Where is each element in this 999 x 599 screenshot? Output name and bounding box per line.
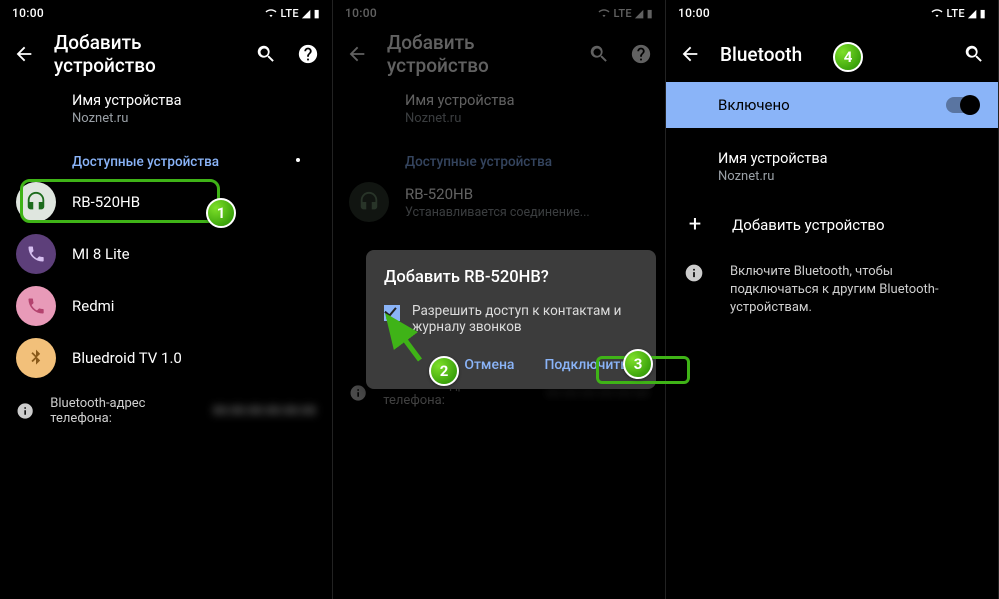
device-name-label: Имя устройства [666,140,998,169]
device-name-value[interactable]: Noznet.ru [0,111,332,138]
back-icon[interactable] [12,42,36,66]
status-bar: 10:00 LTE ◢ ▮ [666,0,998,26]
scanning-dot [296,158,300,162]
step-badge-4: 4 [833,42,863,72]
status-time: 10:00 [12,6,44,20]
headphones-icon [16,182,56,222]
appbar: Добавить устройство [0,26,332,82]
search-icon[interactable] [962,42,986,66]
cancel-button[interactable]: Отмена [454,351,524,379]
phone-icon [16,234,56,274]
checkbox-contacts-access[interactable] [384,305,400,321]
device-name-label: Имя устройства [333,82,665,111]
device-row-mi8lite[interactable]: MI 8 Lite [0,228,332,280]
device-label: RB-520HB [405,185,590,203]
bluetooth-toggle-row[interactable]: Включено [666,82,998,128]
hint-text: Включите Bluetooth, чтобы подключаться к… [730,263,980,318]
battery-icon: ▮ [314,7,320,20]
connecting-status: Устанавливается соединение... [405,205,590,220]
dialog-permission-row[interactable]: Разрешить доступ к контактам и журналу з… [384,303,638,335]
phone-icon [16,286,56,326]
status-bar: 10:00 LTE ◢ ▮ [333,0,665,26]
signal-icon: ◢ [302,8,311,19]
pane-add-device: 10:00 LTE ◢ ▮ Добавить устройство Имя ус… [0,0,333,599]
info-icon [349,383,367,403]
info-icon [684,263,704,283]
dialog-title: Добавить RB-520HB? [384,268,638,287]
step-badge-1: 1 [206,198,236,228]
headphones-icon [349,182,389,222]
info-icon [16,401,34,421]
permission-text: Разрешить доступ к контактам и журналу з… [412,303,638,335]
pane-bluetooth: 10:00 LTE ◢ ▮ Bluetooth Включено Имя уст… [666,0,999,599]
device-row-bluedroid[interactable]: Bluedroid TV 1.0 [0,332,332,384]
status-right: LTE ◢ ▮ [598,7,653,20]
toggle-switch[interactable] [946,97,978,113]
back-icon[interactable] [345,42,369,66]
appbar: Bluetooth [666,26,998,82]
pair-dialog: Добавить RB-520HB? Разрешить доступ к ко… [366,250,656,389]
status-net: LTE [280,7,298,20]
bt-address-value: 00:00:00:00:00:00 [213,404,316,419]
device-label: Redmi [72,297,114,315]
page-title: Bluetooth [720,43,944,66]
available-devices-label: Доступные устройства [333,138,665,176]
available-devices-label: Доступные устройства [0,138,332,176]
help-icon[interactable] [296,42,320,66]
bluetooth-hint: Включите Bluetooth, чтобы подключаться к… [666,253,998,328]
status-time: 10:00 [345,6,377,20]
device-name-value[interactable]: Noznet.ru [666,169,998,196]
step-badge-2: 2 [429,356,459,386]
search-icon[interactable] [587,42,611,66]
search-icon[interactable] [254,42,278,66]
device-label: Bluedroid TV 1.0 [72,349,182,367]
status-right: LTE ◢ ▮ [265,7,320,20]
plus-icon: + [684,212,706,237]
help-icon[interactable] [629,42,653,66]
device-row-redmi[interactable]: Redmi [0,280,332,332]
status-time: 10:00 [678,6,710,20]
device-name-label: Имя устройства [0,82,332,111]
bluetooth-icon [16,338,56,378]
bt-address-row: Bluetooth-адрес телефона: 00:00:00:00:00… [0,384,332,438]
page-title: Добавить устройство [387,31,569,77]
device-label: MI 8 Lite [72,245,130,263]
status-bar: 10:00 LTE ◢ ▮ [0,0,332,26]
appbar: Добавить устройство [333,26,665,82]
back-icon[interactable] [678,42,702,66]
device-row-rb520hb[interactable]: RB-520HB [0,176,332,228]
bt-address-label: Bluetooth-адрес телефона: [50,396,196,426]
device-row-connecting[interactable]: RB-520HB Устанавливается соединение... [333,176,665,228]
dialog-actions: Отмена Подключить [384,351,638,379]
add-device-row[interactable]: + Добавить устройство [666,196,998,253]
toggle-label: Включено [718,96,790,114]
page-title: Добавить устройство [54,31,236,77]
device-label: RB-520HB [72,193,140,211]
add-device-label: Добавить устройство [732,216,885,234]
device-name-value: Noznet.ru [333,111,665,138]
status-right: LTE ◢ ▮ [931,7,986,20]
step-badge-3: 3 [623,349,653,379]
